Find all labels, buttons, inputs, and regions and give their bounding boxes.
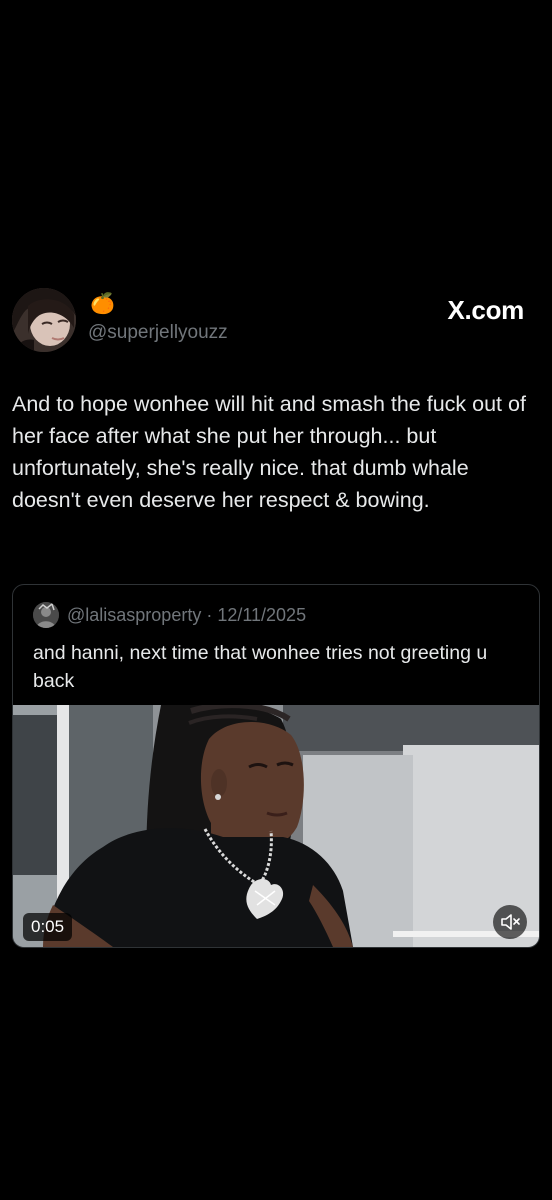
author-emoji: 🍊 xyxy=(90,291,115,315)
quoted-post-text: and hanni, next time that wonhee tries n… xyxy=(33,642,488,692)
quoted-meta: @lalisasproperty · 12/11/2025 xyxy=(67,604,306,626)
post-text: And to hope wonhee will hit and smash th… xyxy=(12,392,526,512)
quoted-date[interactable]: 12/11/2025 xyxy=(217,605,306,625)
author-handle[interactable]: @superjellyouzz xyxy=(88,322,228,344)
mute-button[interactable] xyxy=(493,905,527,939)
quoted-author-avatar[interactable] xyxy=(33,602,59,628)
video-duration: 0:05 xyxy=(23,913,73,941)
quoted-handle[interactable]: @lalisasproperty xyxy=(67,605,201,625)
video-frame xyxy=(13,705,539,947)
video-player[interactable]: 0:05 xyxy=(13,705,539,947)
speaker-muted-icon xyxy=(501,914,520,930)
quoted-post-card[interactable]: @lalisasproperty · 12/11/2025 and hanni,… xyxy=(12,584,540,948)
meta-separator: · xyxy=(201,605,218,625)
post-header: 🍊 @superjellyouzz X.com xyxy=(12,288,540,354)
platform-label: X.com xyxy=(447,295,524,325)
author-avatar[interactable] xyxy=(12,288,76,352)
quoted-post-header: @lalisasproperty · 12/11/2025 xyxy=(33,601,523,629)
